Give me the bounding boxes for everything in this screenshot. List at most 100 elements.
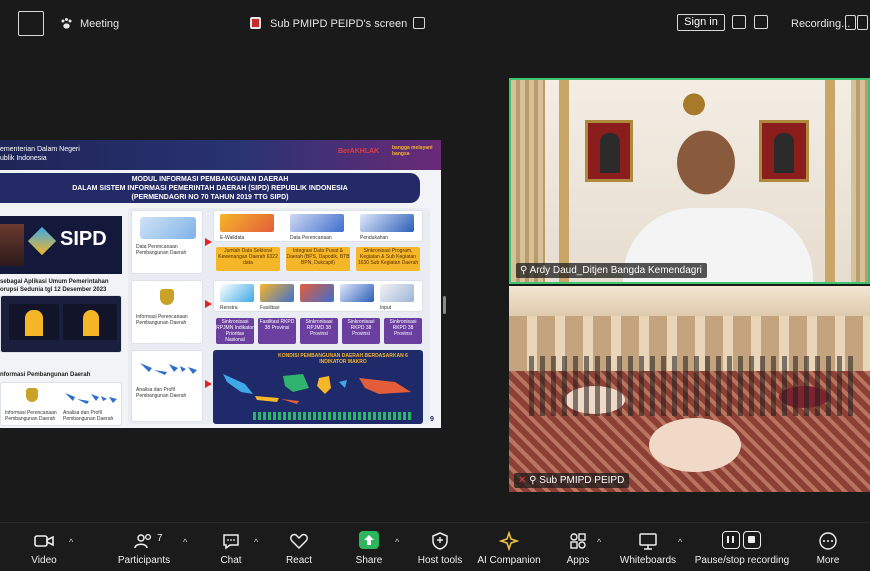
row2-emblem-icon	[160, 289, 174, 305]
row2-box-1: Sinkronisasi RPJMN Indikator Prioritas N…	[216, 318, 254, 344]
slide-header: ementerian Dalam Negeri ublik Indonesia …	[0, 140, 441, 170]
participants-icon	[134, 533, 152, 549]
row2-box-2: Fasilitasi RKPD 38 Provinsi	[258, 318, 296, 344]
stop-icon	[743, 531, 761, 549]
indonesia-map-icon	[65, 393, 117, 404]
row2-screen-4	[340, 284, 374, 302]
sipd-logo-icon	[27, 226, 57, 256]
left-info-card: Informasi Perencanaan Pembangunan Daerah…	[0, 382, 122, 426]
slide-title-line2: DALAM SISTEM INFORMASI PEMERINTAH DAERAH…	[72, 185, 348, 192]
pin-icon-2: ⚲	[529, 475, 540, 486]
whiteboard-icon	[639, 533, 657, 550]
window-menu-icon[interactable]	[18, 11, 44, 36]
indonesia-heatmap	[223, 374, 411, 404]
apps-label: Apps	[566, 555, 590, 566]
ai-companion-button[interactable]: AI Companion	[476, 523, 542, 571]
participants-options-caret[interactable]: ^	[183, 537, 187, 547]
recording-status: Recording...	[791, 18, 851, 30]
mic-muted-icon: ✕	[518, 475, 530, 486]
pause-stop-recording-label: Pause/stop recording	[694, 555, 790, 566]
row1-box-3: Sinkronisasi Program, Kegiatan & Sub Keg…	[356, 247, 420, 271]
speaker-name-text: Ardy Daud_Ditjen Bangda Kemendagri	[529, 265, 702, 276]
slide-title-line3: (PERMENDAGRI NO 70 TAHUN 2019 TTG SIPD)	[131, 194, 289, 201]
row2-item-2: Fasilitasi	[260, 305, 280, 311]
more-button[interactable]: More	[810, 523, 846, 571]
whiteboards-options-caret[interactable]: ^	[678, 537, 682, 547]
award-text-2: orupsi Sedunia tgl 12 Desember 2023	[0, 287, 107, 293]
row1-arrow	[205, 238, 212, 246]
meeting-label: Meeting	[80, 18, 120, 30]
portrait-frame-left	[585, 120, 633, 182]
sipd-text: SIPD	[60, 228, 107, 250]
layout-icon[interactable]	[845, 15, 856, 30]
participants-button[interactable]: 7 Participants	[112, 523, 176, 571]
left-caption-1: Informasi Perencanaan Pembangunan Daerah	[5, 410, 57, 422]
round-table-1	[649, 418, 741, 472]
chat-options-caret[interactable]: ^	[254, 537, 258, 547]
video-button[interactable]: Video	[22, 523, 66, 571]
slide-page-number: 9	[430, 416, 434, 423]
fullscreen-icon[interactable]	[754, 15, 768, 29]
attendees	[529, 356, 859, 416]
garuda-emblem	[671, 84, 717, 118]
award-card	[0, 295, 122, 353]
slide-title-line1: MODUL INFORMASI PEMBANGUNAN DAERAH	[131, 176, 289, 183]
row1-box-2: Integrasi Data Pusat & Daerah (BPS, Dapo…	[286, 247, 350, 271]
row3-map-panel: KONDISI PEMBANGUNAN DAERAH BERDASARKAN 6…	[213, 350, 423, 424]
slide-title: MODUL INFORMASI PEMBANGUNAN DAERAH DALAM…	[0, 173, 420, 203]
room-name-text: Sub PMIPD PEIPD	[539, 475, 625, 486]
share-label: Share	[355, 555, 383, 566]
react-label: React	[285, 555, 313, 566]
share-options-caret[interactable]: ^	[395, 537, 399, 547]
whiteboards-button[interactable]: Whiteboards	[616, 523, 680, 571]
apps-icon	[570, 533, 586, 549]
row2-screen-1	[220, 284, 254, 302]
paw-icon	[61, 18, 72, 29]
left-caption-2: Analisa dan Profil Pembangunan Daerah	[63, 410, 114, 422]
emblem-icon	[26, 388, 38, 402]
ai-companion-label: AI Companion	[477, 555, 541, 566]
participants-count: 7	[157, 533, 163, 544]
row2-screen-3	[300, 284, 334, 302]
video-camera-icon	[34, 535, 54, 547]
react-button[interactable]: React	[280, 523, 318, 571]
video-options-caret[interactable]: ^	[69, 537, 73, 547]
video-tile-speaker[interactable]: ⚲ Ardy Daud_Ditjen Bangda Kemendagri	[509, 78, 870, 284]
layout-icon-2[interactable]	[857, 15, 868, 30]
row3-map-icon	[140, 363, 197, 375]
wall-column-left	[559, 80, 569, 282]
minimize-icon[interactable]	[732, 15, 746, 29]
row1-item-3: Pendukahan	[360, 235, 389, 241]
video-tile-room[interactable]: ✕ ⚲ Sub PMIPD PEIPD	[509, 286, 870, 492]
chat-button[interactable]: Chat	[212, 523, 250, 571]
pause-stop-recording-button[interactable]: Pause/stop recording	[690, 523, 794, 571]
speaker-name-label: ⚲ Ardy Daud_Ditjen Bangda Kemendagri	[516, 263, 707, 278]
more-label: More	[816, 555, 840, 566]
map-bar-strip	[253, 412, 413, 420]
chat-bubble-icon	[223, 534, 239, 550]
split-divider-handle[interactable]	[443, 296, 446, 314]
shared-screen: ementerian Dalam Negeri ublik Indonesia …	[0, 140, 441, 428]
portrait-frame-right	[759, 120, 809, 182]
row2-screen-5	[380, 284, 414, 302]
apps-button[interactable]: Apps	[560, 523, 596, 571]
sparkle-icon	[498, 531, 520, 551]
award-text: sebagai Aplikasi Umum Pemerintahan	[0, 279, 109, 285]
more-dots-icon	[819, 532, 837, 550]
sign-in-button[interactable]: Sign in	[677, 14, 725, 31]
row1-item-2: Data Perencanaan	[290, 235, 332, 241]
row2-label-card: Informasi Perencanaan Pembangunan Daerah	[131, 280, 203, 344]
row2-item-1: Renstra	[220, 305, 238, 311]
apps-options-caret[interactable]: ^	[597, 537, 601, 547]
share-button[interactable]: Share	[350, 523, 388, 571]
view-options-icon[interactable]	[413, 17, 425, 29]
slide-org-line1: ementerian Dalam Negeri	[0, 146, 80, 153]
wall-column-right	[825, 80, 835, 282]
row2-screen-2	[260, 284, 294, 302]
room-name-label: ✕ ⚲ Sub PMIPD PEIPD	[514, 473, 630, 488]
host-tools-button[interactable]: Host tools	[414, 523, 466, 571]
row2-label: Informasi Perencanaan Pembangunan Daerah	[136, 314, 188, 326]
row2-item-5: Input	[380, 305, 392, 311]
chat-label: Chat	[220, 555, 242, 566]
row3-label: Analisa dan Profil Pembangunan Daerah	[136, 387, 187, 399]
